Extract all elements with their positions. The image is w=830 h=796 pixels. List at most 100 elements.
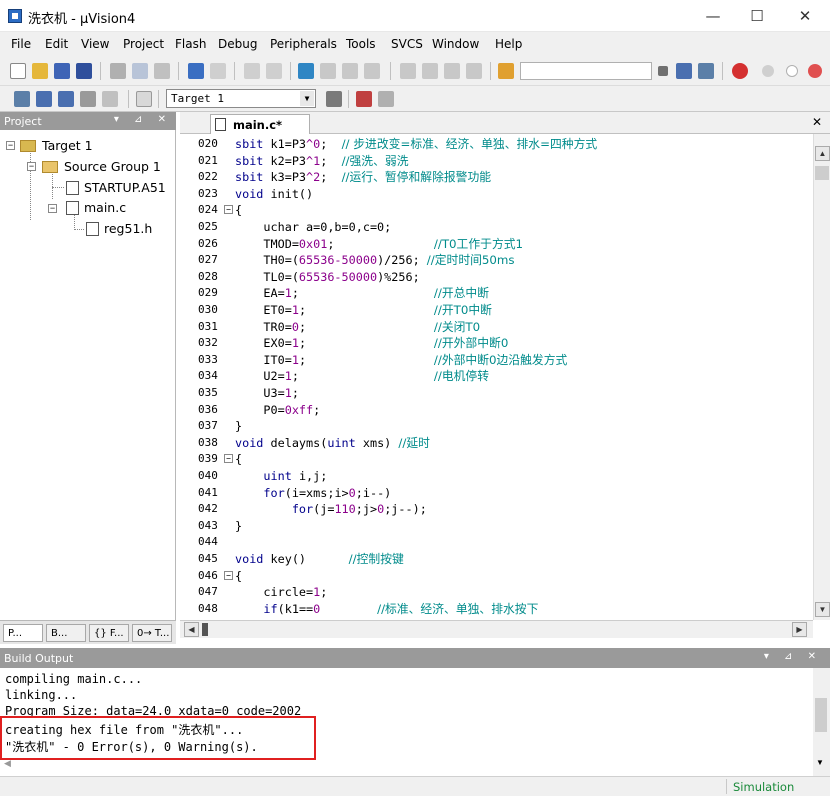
code-line[interactable]: 035 U3=1; bbox=[180, 385, 813, 402]
kill-breakpoints-icon[interactable] bbox=[808, 64, 822, 78]
fold-toggle-icon[interactable]: − bbox=[224, 570, 233, 580]
rebuild-icon[interactable] bbox=[58, 91, 74, 107]
disable-breakpoint-icon[interactable] bbox=[786, 65, 798, 77]
code-line[interactable]: 028 TL0=(65536-50000)%256; bbox=[180, 269, 813, 286]
code-line[interactable]: 033 IT0=1; //外部中断0边沿触发方式 bbox=[180, 352, 813, 369]
tab-functions[interactable]: {} F... bbox=[89, 624, 129, 642]
code-line[interactable]: 048 if(k1==0 //标准、经济、单独、排水按下 bbox=[180, 601, 813, 618]
code-line[interactable]: 027 TH0=(65536-50000)/256; //定时时间50ms bbox=[180, 252, 813, 269]
find-combobox[interactable] bbox=[520, 62, 652, 80]
menu-window[interactable]: Window bbox=[432, 37, 479, 51]
next-bookmark-icon[interactable] bbox=[342, 63, 358, 79]
code-line[interactable]: 024−{ bbox=[180, 202, 813, 219]
tree-header-file[interactable]: reg51.h bbox=[104, 221, 152, 236]
menu-flash[interactable]: Flash bbox=[175, 37, 206, 51]
debug-session-icon[interactable] bbox=[732, 63, 748, 79]
expand-target-toggle[interactable]: − bbox=[6, 141, 15, 150]
code-line[interactable]: 023 void init() bbox=[180, 186, 813, 203]
redo-icon[interactable] bbox=[210, 63, 226, 79]
fold-toggle-icon[interactable]: − bbox=[224, 454, 233, 464]
prev-bookmark-icon[interactable] bbox=[320, 63, 336, 79]
code-line[interactable]: 046−{ bbox=[180, 568, 813, 585]
code-line[interactable]: 038 void delayms(uint xms) //延时 bbox=[180, 435, 813, 452]
unindent-icon[interactable] bbox=[422, 63, 438, 79]
code-line[interactable]: 026 TMOD=0x01; //T0工作于方式1 bbox=[180, 236, 813, 253]
copy-icon[interactable] bbox=[132, 63, 148, 79]
tree-startup-file[interactable]: STARTUP.A51 bbox=[84, 180, 166, 195]
code-line[interactable]: 032 EX0=1; //开外部中断0 bbox=[180, 335, 813, 352]
target-select[interactable]: Target 1 ▼ bbox=[166, 89, 316, 108]
tab-templates[interactable]: 0→ T... bbox=[132, 624, 172, 642]
code-line[interactable]: 034 U2=1; //电机停转 bbox=[180, 368, 813, 385]
tree-main-file[interactable]: main.c bbox=[84, 200, 126, 215]
code-line[interactable]: 025 uchar a=0,b=0,c=0; bbox=[180, 219, 813, 236]
build-icon[interactable] bbox=[36, 91, 52, 107]
target-options-icon[interactable] bbox=[326, 91, 342, 107]
code-area[interactable]: 020 sbit k1=P3^0; // 步进改变=标准、经济、单独、排水=四种方… bbox=[180, 134, 813, 620]
tree-target[interactable]: Target 1 bbox=[42, 138, 93, 153]
menu-help[interactable]: Help bbox=[495, 37, 522, 51]
bookmark-icon[interactable] bbox=[298, 63, 314, 79]
code-line[interactable]: 042 for(j=110;j>0;j--); bbox=[180, 501, 813, 518]
scroll-right-icon[interactable]: ▶ bbox=[792, 622, 807, 637]
code-line[interactable]: 020 sbit k1=P3^0; // 步进改变=标准、经济、单独、排水=四种方… bbox=[180, 136, 813, 153]
file-extensions-icon[interactable] bbox=[378, 91, 394, 107]
code-line[interactable]: 047 circle=1; bbox=[180, 584, 813, 601]
build-output-controls[interactable]: ▾ ⊿ ✕ bbox=[764, 651, 822, 662]
batch-build-icon[interactable] bbox=[80, 91, 96, 107]
code-line[interactable]: 030 ET0=1; //开T0中断 bbox=[180, 302, 813, 319]
code-line[interactable]: 037} bbox=[180, 418, 813, 435]
menu-file[interactable]: File bbox=[11, 37, 31, 51]
chevron-down-icon[interactable]: ▼ bbox=[300, 91, 314, 106]
find-icon[interactable] bbox=[676, 63, 692, 79]
code-line[interactable]: 029 EA=1; //开总中断 bbox=[180, 285, 813, 302]
nav-forward-icon[interactable] bbox=[266, 63, 282, 79]
menu-project[interactable]: Project bbox=[123, 37, 164, 51]
new-file-icon[interactable] bbox=[10, 63, 26, 79]
project-panel-controls[interactable]: ▾ ⊿ ✕ bbox=[114, 114, 172, 125]
scroll-left-icon[interactable]: ◀ bbox=[4, 758, 11, 769]
menu-debug[interactable]: Debug bbox=[218, 37, 257, 51]
find-dropdown-icon[interactable] bbox=[658, 66, 668, 76]
expand-main-toggle[interactable]: − bbox=[48, 204, 57, 213]
scroll-thumb[interactable] bbox=[202, 623, 208, 636]
close-button[interactable]: ✕ bbox=[782, 0, 828, 32]
minimize-button[interactable]: — bbox=[690, 0, 736, 32]
indent-icon[interactable] bbox=[400, 63, 416, 79]
scroll-up-icon[interactable]: ▲ bbox=[815, 146, 830, 161]
tab-books[interactable]: B... bbox=[46, 624, 86, 642]
editor-vertical-scrollbar[interactable]: ▲ ▼ bbox=[813, 134, 830, 620]
menu-svcs[interactable]: SVCS bbox=[391, 37, 423, 51]
manage-components-icon[interactable] bbox=[356, 91, 372, 107]
code-line[interactable]: 043} bbox=[180, 518, 813, 535]
cut-icon[interactable] bbox=[110, 63, 126, 79]
scroll-down-icon[interactable]: ▼ bbox=[816, 758, 824, 767]
menu-view[interactable]: View bbox=[81, 37, 109, 51]
scroll-left-icon[interactable]: ◀ bbox=[184, 622, 199, 637]
scroll-thumb[interactable] bbox=[815, 166, 829, 180]
editor-horizontal-scrollbar[interactable]: ◀ ▶ bbox=[180, 620, 813, 638]
code-line[interactable]: 039−{ bbox=[180, 451, 813, 468]
menu-peripherals[interactable]: Peripherals bbox=[270, 37, 337, 51]
uncomment-icon[interactable] bbox=[466, 63, 482, 79]
code-line[interactable]: 044 bbox=[180, 534, 813, 551]
tools-icon[interactable] bbox=[698, 63, 714, 79]
code-line[interactable]: 041 for(i=xms;i>0;i--) bbox=[180, 485, 813, 502]
expand-group-toggle[interactable]: − bbox=[27, 162, 36, 171]
code-line[interactable]: 040 uint i,j; bbox=[180, 468, 813, 485]
build-output-scrollbar[interactable]: ▼ bbox=[813, 668, 830, 776]
tab-project[interactable]: P... bbox=[3, 624, 43, 642]
close-icon[interactable]: ✕ bbox=[812, 115, 822, 129]
save-icon[interactable] bbox=[54, 63, 70, 79]
comment-icon[interactable] bbox=[444, 63, 460, 79]
find-in-files-icon[interactable] bbox=[498, 63, 514, 79]
open-file-icon[interactable] bbox=[32, 63, 48, 79]
menu-edit[interactable]: Edit bbox=[45, 37, 68, 51]
stop-build-icon[interactable] bbox=[102, 91, 118, 107]
clear-bookmarks-icon[interactable] bbox=[364, 63, 380, 79]
download-icon[interactable] bbox=[136, 91, 152, 107]
fold-toggle-icon[interactable]: − bbox=[224, 205, 233, 215]
code-line[interactable]: 031 TR0=0; //关闭T0 bbox=[180, 319, 813, 336]
maximize-button[interactable]: ☐ bbox=[734, 0, 780, 32]
editor-tab-main[interactable]: main.c* bbox=[210, 114, 310, 134]
